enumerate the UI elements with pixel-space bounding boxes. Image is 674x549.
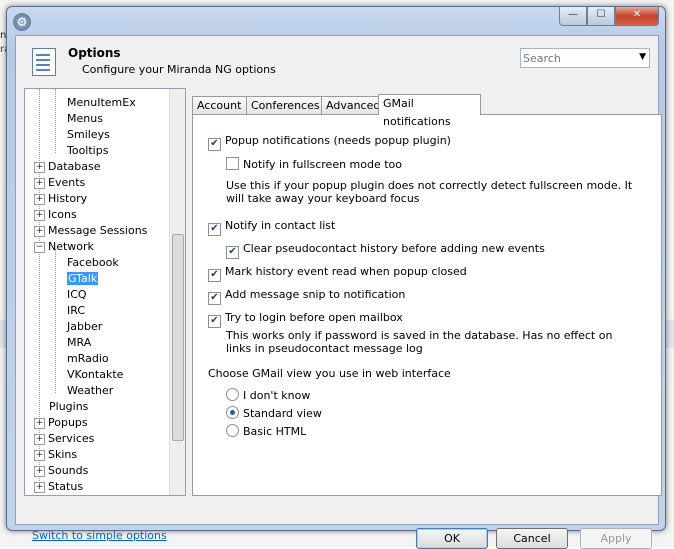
- window-controls: — ☐ ✕: [559, 7, 659, 26]
- add-snip-checkbox[interactable]: ✔ Add message snip to notification: [208, 288, 405, 305]
- popup-notifications-checkbox[interactable]: ✔ Popup notifications (needs popup plugin…: [208, 134, 451, 151]
- tab-gmail-notifications[interactable]: GMail notifications: [378, 94, 481, 128]
- options-tree[interactable]: MenuItemEx Menus Smileys Tooltips + Datab…: [24, 88, 186, 496]
- tree-item-tooltips[interactable]: Tooltips: [67, 143, 108, 159]
- expand-icon[interactable]: +: [34, 161, 45, 173]
- checkmark-icon: ✔: [208, 292, 221, 305]
- tree-line: [55, 249, 56, 393]
- tree-item-popups[interactable]: + Popups: [34, 415, 88, 431]
- dialog-subtitle: Configure your Miranda NG options: [82, 63, 276, 76]
- switch-simple-options-link[interactable]: Switch to simple options: [32, 529, 167, 542]
- tree-item-facebook[interactable]: Facebook: [67, 255, 119, 271]
- expand-icon[interactable]: +: [34, 177, 45, 189]
- tree-item-network[interactable]: − Network: [34, 239, 94, 255]
- scrollbar-thumb[interactable]: [172, 234, 184, 441]
- close-button[interactable]: ✕: [615, 7, 659, 26]
- ok-button[interactable]: OK: [416, 528, 488, 549]
- login-note: This works only if password is saved in …: [226, 329, 613, 355]
- tree-item-icq[interactable]: ICQ: [67, 287, 87, 303]
- tree-item-mra[interactable]: MRA: [67, 335, 91, 351]
- checkmark-icon: ✔: [226, 246, 239, 259]
- expand-icon[interactable]: +: [34, 417, 45, 429]
- tree-item-gtalk[interactable]: GTalk: [67, 271, 99, 287]
- tree-item-jabber[interactable]: Jabber: [67, 319, 102, 335]
- tree-item-message-sessions[interactable]: + Message Sessions: [34, 223, 147, 239]
- checkmark-icon: ✔: [208, 223, 221, 236]
- collapse-icon[interactable]: −: [34, 241, 45, 253]
- checkmark-icon: ✔: [208, 269, 221, 282]
- cancel-button[interactable]: Cancel: [496, 528, 568, 549]
- chevron-down-icon[interactable]: ▼: [639, 52, 646, 62]
- tree-item-mradio[interactable]: mRadio: [67, 351, 109, 367]
- checkmark-icon: ✔: [208, 138, 221, 151]
- tab-conferences[interactable]: Conferences: [246, 96, 322, 115]
- try-login-checkbox[interactable]: ✔ Try to login before open mailbox: [208, 311, 403, 328]
- minimize-button[interactable]: —: [559, 7, 587, 26]
- tree-item-weather[interactable]: Weather: [67, 383, 113, 399]
- expand-icon[interactable]: +: [34, 225, 45, 237]
- tree-item-sounds[interactable]: + Sounds: [34, 463, 88, 479]
- gmail-notifications-page: ✔ Popup notifications (needs popup plugin…: [192, 114, 662, 496]
- tree-item-menus[interactable]: Menus: [67, 111, 103, 127]
- tree-item-icons[interactable]: + Icons: [34, 207, 77, 223]
- apply-button[interactable]: Apply: [580, 528, 652, 549]
- tree-item-database[interactable]: + Database: [34, 159, 101, 175]
- clear-history-checkbox[interactable]: ✔ Clear pseudocontact history before addi…: [226, 242, 545, 259]
- search-box[interactable]: ▼: [520, 48, 650, 68]
- tree-item-vkontakte[interactable]: VKontakte: [67, 367, 123, 383]
- expand-icon[interactable]: +: [34, 209, 45, 221]
- tree-line: [55, 89, 56, 153]
- view-radio-dont-know[interactable]: I don't know: [226, 388, 310, 402]
- view-radio-basic-html[interactable]: Basic HTML: [226, 424, 306, 438]
- tree-item-events[interactable]: + Events: [34, 175, 85, 191]
- radio-circle: [226, 424, 239, 437]
- options-window: ⚙ — ☐ ✕ Options Configure your Miranda N…: [6, 6, 666, 549]
- expand-icon[interactable]: +: [34, 465, 45, 477]
- checkbox-box: [226, 157, 239, 170]
- mark-read-checkbox[interactable]: ✔ Mark history event read when popup clos…: [208, 265, 467, 282]
- tree-scrollbar[interactable]: [169, 89, 185, 495]
- tree-item-history[interactable]: + History: [34, 191, 87, 207]
- maximize-button[interactable]: ☐: [587, 7, 615, 26]
- miranda-gear-icon[interactable]: ⚙: [13, 13, 31, 31]
- tree-item-irc[interactable]: IRC: [67, 303, 85, 319]
- dialog-client: Options Configure your Miranda NG option…: [15, 35, 662, 549]
- expand-icon[interactable]: +: [34, 433, 45, 445]
- tab-account[interactable]: Account: [192, 96, 247, 115]
- radio-circle-selected: [226, 406, 239, 419]
- fullscreen-note: Use this if your popup plugin does not c…: [226, 179, 633, 205]
- tree-item-plugins[interactable]: Plugins: [49, 399, 88, 415]
- dialog-title: Options: [68, 46, 121, 60]
- tree-item-status[interactable]: + Status: [34, 479, 83, 495]
- tab-advanced[interactable]: Advanced: [321, 96, 381, 115]
- checkmark-icon: ✔: [208, 315, 221, 328]
- notify-fullscreen-checkbox[interactable]: Notify in fullscreen mode too: [226, 157, 402, 171]
- expand-icon[interactable]: +: [34, 481, 45, 493]
- tree-item-smileys[interactable]: Smileys: [67, 127, 110, 143]
- radio-circle: [226, 388, 239, 401]
- notify-contact-list-checkbox[interactable]: ✔ Notify in contact list: [208, 219, 335, 236]
- search-input[interactable]: [523, 50, 633, 66]
- tree-item-services[interactable]: + Services: [34, 431, 94, 447]
- view-heading: Choose GMail view you use in web interfa…: [208, 367, 451, 380]
- expand-icon[interactable]: +: [34, 449, 45, 461]
- expand-icon[interactable]: +: [34, 193, 45, 205]
- tree-item-menuitemex[interactable]: MenuItemEx: [67, 95, 136, 111]
- view-radio-standard[interactable]: Standard view: [226, 406, 322, 420]
- tree-item-skins[interactable]: + Skins: [34, 447, 77, 463]
- options-icon: [28, 46, 58, 76]
